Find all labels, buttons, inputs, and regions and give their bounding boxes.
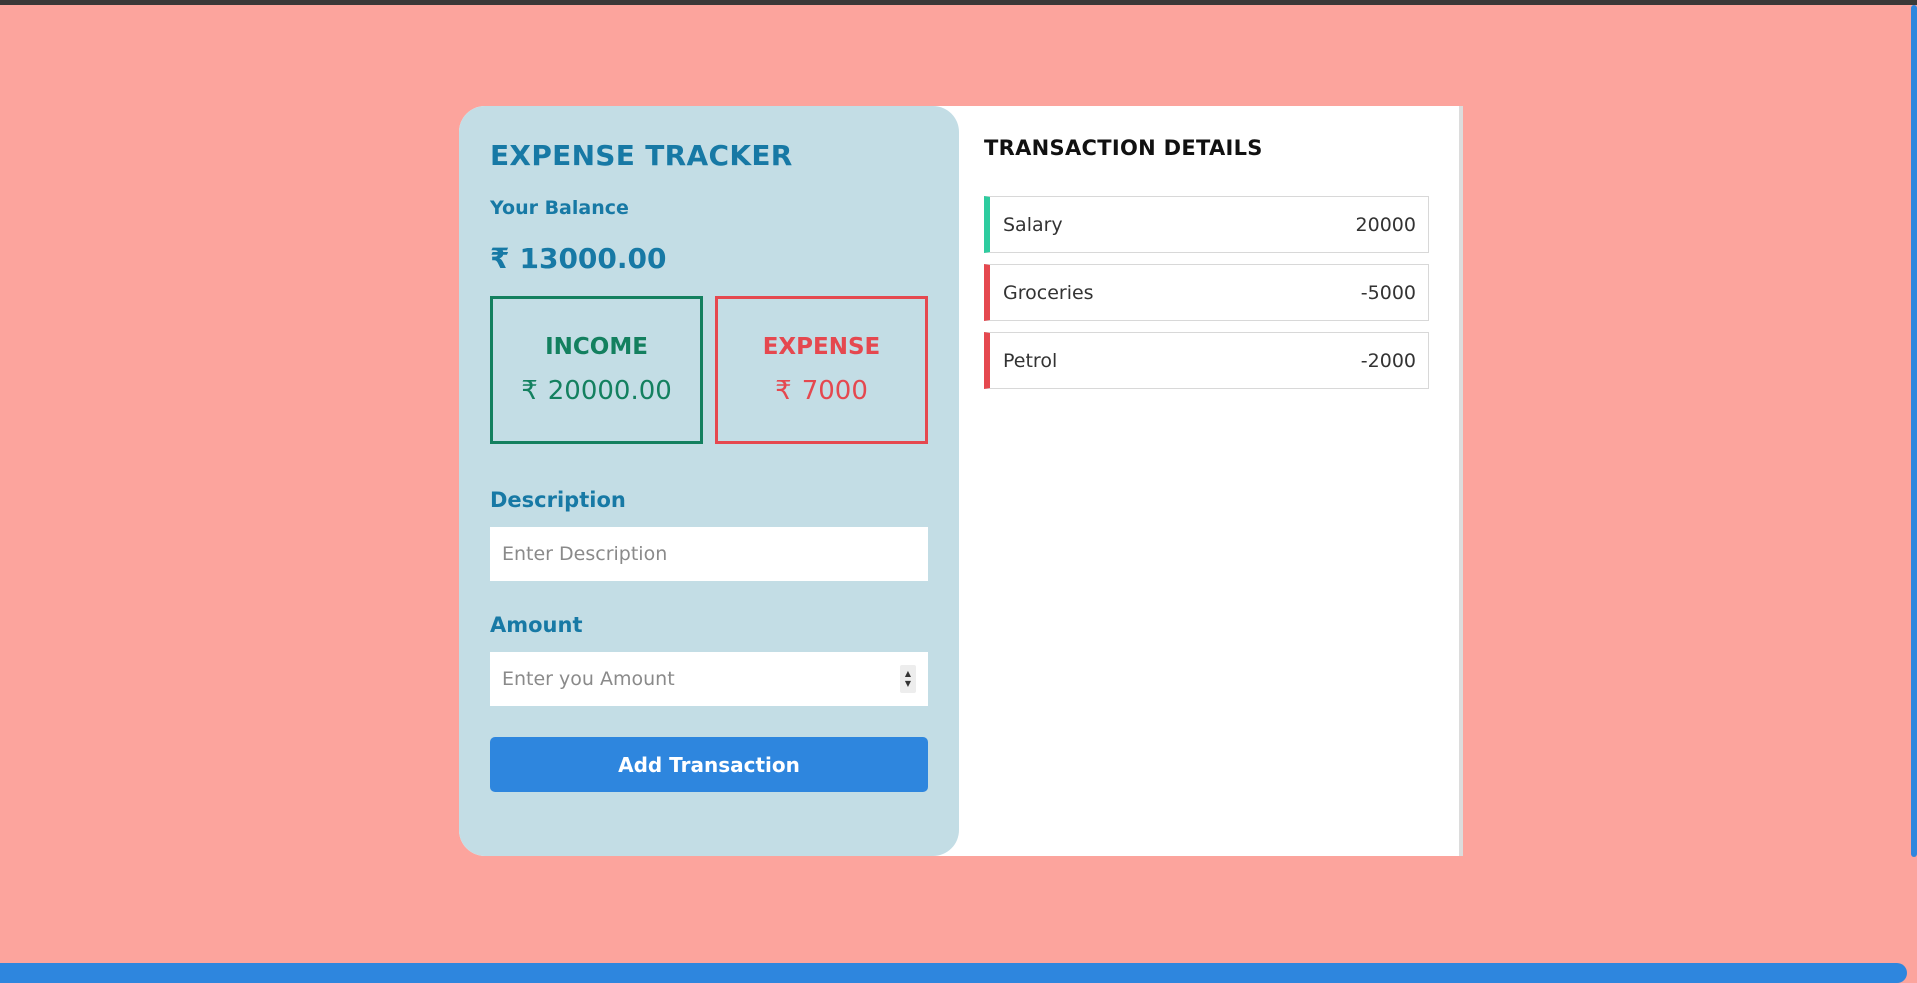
- transaction-details-title: TRANSACTION DETAILS: [984, 136, 1263, 160]
- transaction-list: Salary 20000 Groceries -5000 Petrol -200…: [984, 196, 1429, 389]
- income-amount: 20000.00: [547, 376, 672, 406]
- transaction-item[interactable]: Petrol -2000: [984, 332, 1429, 389]
- transaction-item[interactable]: Salary 20000: [984, 196, 1429, 253]
- expense-amount: 7000: [801, 376, 868, 406]
- income-amount-display: ₹ 20000.00: [521, 375, 672, 407]
- expense-title: EXPENSE: [762, 334, 881, 360]
- rupee-sign-icon: ₹: [521, 376, 538, 406]
- spinner-down-icon[interactable]: ▼: [905, 679, 911, 689]
- amount-input[interactable]: Enter you Amount ▲ ▼: [490, 652, 928, 706]
- income-title: INCOME: [545, 334, 648, 360]
- description-input[interactable]: Enter Description: [490, 527, 928, 581]
- expense-tracker-card: EXPENSE TRACKER Your Balance ₹ 13000.00 …: [459, 106, 1459, 856]
- income-summary-box: INCOME ₹ 20000.00: [490, 296, 703, 444]
- rupee-sign-icon: ₹: [775, 376, 792, 406]
- description-label: Description: [490, 488, 626, 512]
- expense-summary-box: EXPENSE ₹ 7000: [715, 296, 928, 444]
- tracker-form-panel: EXPENSE TRACKER Your Balance ₹ 13000.00 …: [459, 106, 959, 856]
- transaction-amount: -5000: [1360, 281, 1416, 304]
- browser-top-bar: [0, 0, 1917, 5]
- vertical-scrollbar[interactable]: [1911, 5, 1917, 857]
- spinner-up-icon[interactable]: ▲: [905, 669, 911, 679]
- summary-row: INCOME ₹ 20000.00 EXPENSE ₹ 7000: [490, 296, 928, 444]
- transaction-amount: 20000: [1355, 213, 1416, 236]
- transaction-name: Salary: [1003, 213, 1063, 236]
- amount-label: Amount: [490, 613, 583, 637]
- rupee-sign-icon: ₹: [490, 242, 510, 275]
- description-placeholder: Enter Description: [502, 543, 668, 565]
- transaction-name: Petrol: [1003, 349, 1058, 372]
- transaction-name: Groceries: [1003, 281, 1094, 304]
- transaction-amount: -2000: [1360, 349, 1416, 372]
- app-title: EXPENSE TRACKER: [490, 139, 793, 172]
- spinner-arrows-icon[interactable]: ▲ ▼: [900, 665, 916, 693]
- balance-amount: 13000.00: [519, 242, 667, 275]
- amount-placeholder: Enter you Amount: [502, 668, 675, 690]
- expense-amount-display: ₹ 7000: [775, 375, 868, 407]
- transaction-details-panel: TRANSACTION DETAILS Salary 20000 Groceri…: [984, 134, 1429, 389]
- horizontal-scrollbar[interactable]: [0, 963, 1907, 983]
- balance-label: Your Balance: [490, 197, 629, 219]
- add-transaction-button[interactable]: Add Transaction: [490, 737, 928, 792]
- balance-display: ₹ 13000.00: [490, 242, 928, 276]
- transaction-item[interactable]: Groceries -5000: [984, 264, 1429, 321]
